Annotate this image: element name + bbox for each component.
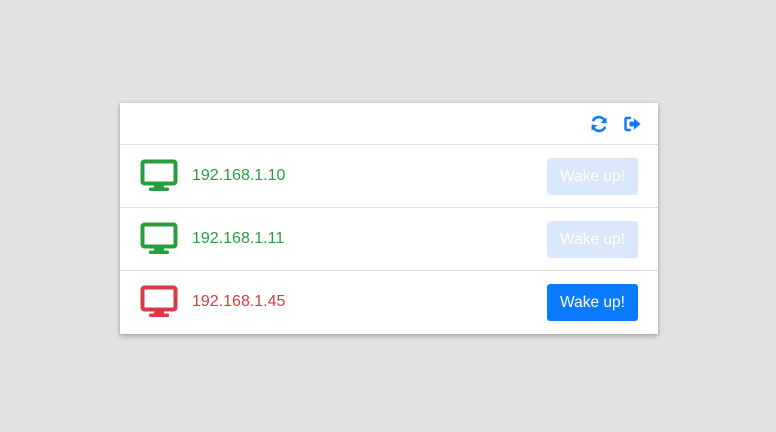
host-row-1: 192.168.1.10 Wake up! (120, 145, 658, 208)
desktop-icon (140, 222, 178, 256)
card-toolbar (120, 103, 658, 145)
refresh-icon[interactable] (589, 114, 609, 134)
host-ip: 192.168.1.45 (192, 293, 286, 310)
desktop-icon (140, 159, 178, 193)
wake-up-button: Wake up! (547, 158, 638, 195)
host-row-3: 192.168.1.45 Wake up! (120, 271, 658, 334)
desktop-icon (140, 285, 178, 319)
sign-out-icon[interactable] (623, 114, 643, 134)
host-list: 192.168.1.10 Wake up! 192.168.1.11 Wake … (120, 145, 658, 334)
host-ip: 192.168.1.10 (192, 167, 286, 184)
host-row-2: 192.168.1.11 Wake up! (120, 208, 658, 271)
host-ip: 192.168.1.11 (192, 230, 285, 247)
wake-up-button[interactable]: Wake up! (547, 284, 638, 321)
hosts-card: 192.168.1.10 Wake up! 192.168.1.11 Wake … (120, 103, 658, 334)
wake-up-button: Wake up! (547, 221, 638, 258)
